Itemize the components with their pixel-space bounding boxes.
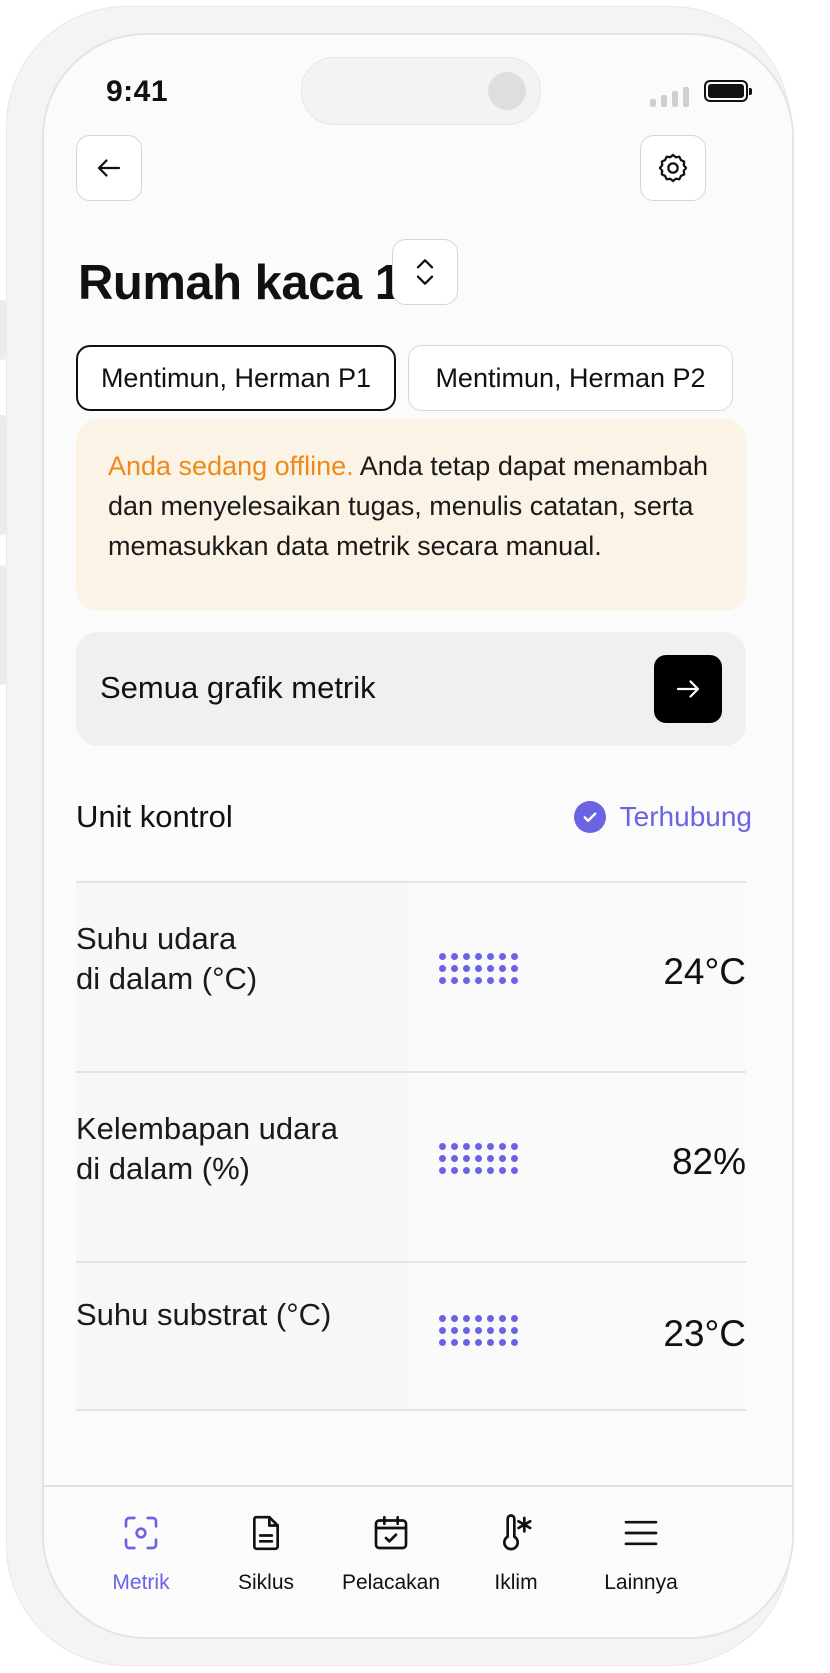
bottom-tab-bar: Metrik Siklus Pelacakan Iklim Lainnya (44, 1485, 792, 1637)
all-metric-charts-button[interactable] (654, 655, 722, 723)
tab-siklus[interactable]: Siklus (201, 1487, 331, 1597)
chevron-up-down-icon (416, 259, 434, 285)
control-unit-title: Unit kontrol (76, 799, 233, 834)
tab-label: Iklim (494, 1571, 538, 1594)
tab-metrik[interactable]: Metrik (76, 1487, 206, 1597)
metric-label: Suhu udara di dalam (°C) (76, 921, 258, 996)
battery-icon (704, 80, 752, 102)
chip-label: Mentimun, Herman P1 (100, 362, 372, 393)
calendar-check-icon (374, 1515, 408, 1550)
signal-icon (650, 87, 689, 107)
chip-mentimun-herman-p1[interactable]: Mentimun, Herman P1 (76, 345, 396, 411)
connection-status-text: Terhubung (619, 801, 752, 832)
arrow-left-icon (97, 159, 121, 177)
divider (76, 1409, 746, 1411)
loading-dots-icon (439, 1315, 518, 1346)
chip-mentimun-herman-p2[interactable]: Mentimun, Herman P2 (408, 345, 733, 411)
camera-dot (488, 72, 526, 110)
chip-label: Mentimun, Herman P2 (435, 362, 706, 393)
metric-row-indoor-temperature[interactable]: Suhu udara di dalam (°C) 24°C (76, 883, 746, 1071)
menu-icon (624, 1520, 658, 1546)
tab-label: Lainnya (604, 1571, 678, 1594)
arrow-right-icon (676, 680, 700, 698)
device-side-button (0, 300, 6, 360)
settings-button[interactable] (640, 135, 706, 201)
screen: 9:41 Rumah kaca 1 Mentimun, Herman P1 Me… (42, 33, 794, 1639)
offline-highlight: Anda sedang offline. (108, 451, 354, 481)
tab-label: Pelacakan (341, 1571, 441, 1594)
tab-pelacakan[interactable]: Pelacakan (326, 1487, 456, 1597)
tab-iklim[interactable]: Iklim (451, 1487, 581, 1597)
back-button[interactable] (76, 135, 142, 201)
device-side-button (0, 565, 6, 685)
scan-icon (124, 1516, 158, 1550)
metric-value: 24°C (663, 951, 746, 992)
thermometer-snow-icon (503, 1514, 532, 1551)
gear-icon (658, 153, 688, 183)
tab-lainnya[interactable]: Lainnya (576, 1487, 706, 1597)
all-metric-charts-card[interactable]: Semua grafik metrik (76, 632, 746, 746)
greenhouse-selector-button[interactable] (392, 239, 458, 305)
metric-label: Suhu substrat (°C) (76, 1297, 332, 1332)
offline-notice: Anda sedang offline. Anda tetap dapat me… (76, 419, 746, 611)
check-circle-icon (573, 801, 606, 833)
metric-value: 82% (671, 1141, 746, 1182)
tab-label: Siklus (237, 1571, 295, 1594)
all-metric-charts-label: Semua grafik metrik (100, 670, 376, 705)
device-side-button (0, 415, 6, 535)
metric-value: 23°C (663, 1313, 746, 1354)
loading-dots-icon (439, 1143, 518, 1174)
connection-status-badge: Terhubung (573, 801, 752, 833)
tab-label: Metrik (112, 1571, 170, 1594)
metric-label: Kelembapan udara di dalam (%) (76, 1111, 338, 1186)
page-title: Rumah kaca 1 (78, 256, 402, 310)
metric-row-substrate-temperature[interactable]: Suhu substrat (°C) 23°C (76, 1263, 746, 1411)
loading-dots-icon (439, 953, 518, 984)
document-icon (253, 1515, 279, 1551)
metric-row-indoor-humidity[interactable]: Kelembapan udara di dalam (%) 82% (76, 1073, 746, 1261)
dynamic-island (301, 57, 541, 125)
status-time: 9:41 (106, 75, 169, 108)
